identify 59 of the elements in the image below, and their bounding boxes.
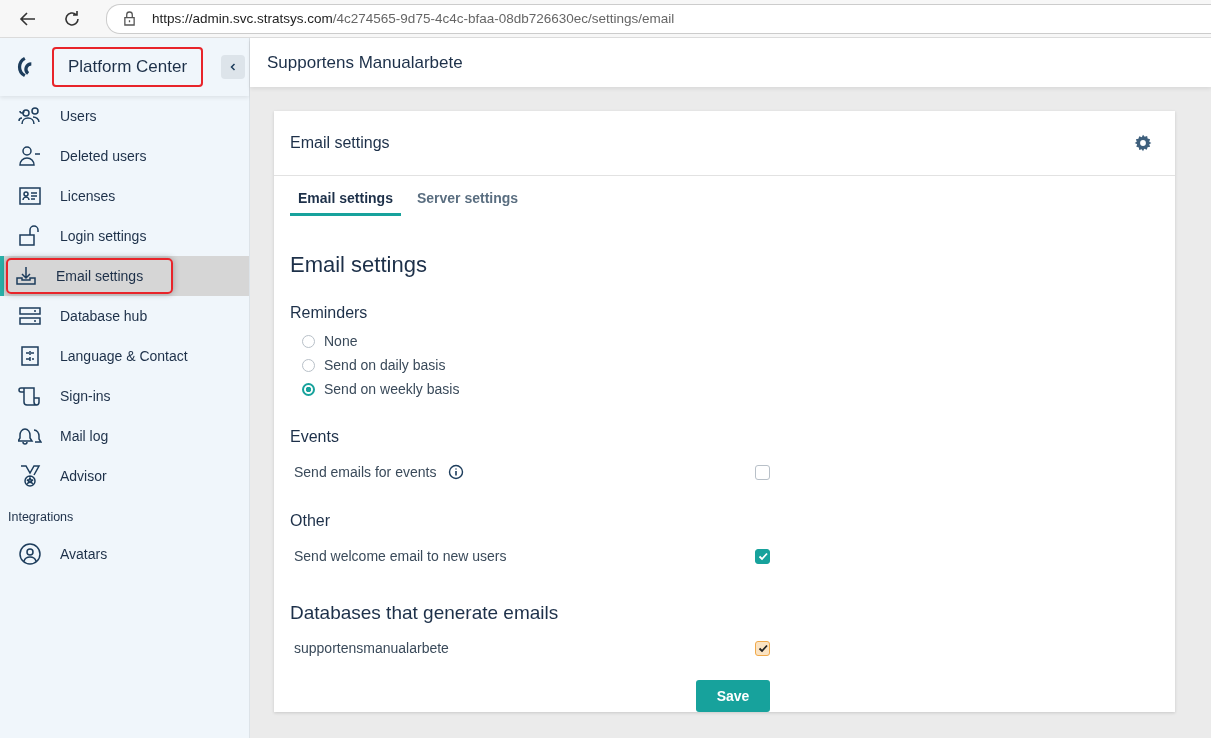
highlight-frame: Users: [10, 98, 127, 134]
download-tray-icon: [14, 264, 38, 288]
radio-button[interactable]: [302, 382, 315, 396]
radio-label: Send on daily basis: [324, 357, 446, 373]
group-title: Events: [290, 428, 340, 446]
info-icon[interactable]: [448, 464, 465, 480]
nav-item[interactable]: Login settings: [0, 216, 249, 256]
card-title: Email settings: [290, 134, 390, 152]
option-label: Send welcome email to new users: [294, 548, 507, 564]
server-icon: [18, 304, 42, 328]
sliders-icon: [18, 344, 42, 368]
section-heading: Email settings: [290, 252, 428, 278]
checkmark-icon: [756, 642, 769, 654]
url-text: https://admin.svc.stratsys.com/4c274565-9d75-4c4c-bfaa-08db726630ec/settings/email: [152, 11, 675, 26]
radio-label: None: [324, 333, 358, 349]
nav-item[interactable]: Database hub: [0, 296, 249, 336]
option-label: supportensmanualarbete: [294, 640, 449, 656]
tab[interactable]: Email settings: [290, 186, 401, 216]
section-label: Integrations: [7, 509, 75, 526]
address-bar[interactable]: https://admin.svc.stratsys.com/4c274565-9d75-4c4c-bfaa-08db726630ec/settings/email: [106, 3, 1211, 34]
highlight-frame: Email settings: [6, 258, 174, 294]
highlight-frame: Avatars: [10, 536, 138, 572]
nav-item[interactable]: Users: [0, 96, 249, 136]
nav-item[interactable]: Avatars: [0, 534, 249, 574]
page-title: Supportens Manualarbete: [267, 52, 463, 73]
nav-item[interactable]: Email settings: [0, 256, 249, 296]
id-card-icon: [18, 184, 42, 208]
nav-item[interactable]: Deleted users: [0, 136, 249, 176]
open-padlock-icon: [18, 224, 42, 248]
highlight-frame: Advisor: [10, 458, 137, 494]
option-label: Send emails for events: [294, 464, 437, 480]
lock-icon: [123, 11, 136, 26]
checkmark-icon: [756, 550, 769, 562]
highlight-frame: Mail log: [10, 418, 139, 454]
medal-icon: [18, 464, 42, 488]
radio-label: Send on weekly basis: [324, 381, 460, 397]
app-title: Platform Center: [52, 47, 204, 87]
group-title: Databases that generate emails: [290, 602, 560, 624]
tab[interactable]: Server settings: [408, 186, 527, 216]
nav-item[interactable]: Mail log: [0, 416, 249, 456]
checkbox[interactable]: [755, 548, 770, 564]
person-minus-icon: [18, 144, 42, 168]
nav-item[interactable]: Advisor: [0, 456, 249, 496]
group-title: Other: [290, 512, 331, 530]
highlight-frame: Sign-ins: [10, 378, 141, 414]
highlight-frame: Database hub: [10, 298, 178, 334]
checkbox[interactable]: [755, 640, 770, 656]
group-title: Reminders: [290, 304, 369, 322]
highlight-frame: Login settings: [10, 218, 177, 254]
highlight-frame: Deleted users: [10, 138, 177, 174]
nav-item[interactable]: Language & Contact: [0, 336, 249, 376]
nav-item[interactable]: Licenses: [0, 176, 249, 216]
nav-item[interactable]: Sign-ins: [0, 376, 249, 416]
scroll-icon: [18, 384, 42, 408]
settings-icon[interactable]: [1133, 133, 1153, 153]
reload-icon[interactable]: [62, 8, 82, 29]
checkbox[interactable]: [755, 464, 770, 480]
highlight-frame: Language & Contact: [10, 338, 218, 374]
highlight-frame: Licenses: [10, 178, 146, 214]
